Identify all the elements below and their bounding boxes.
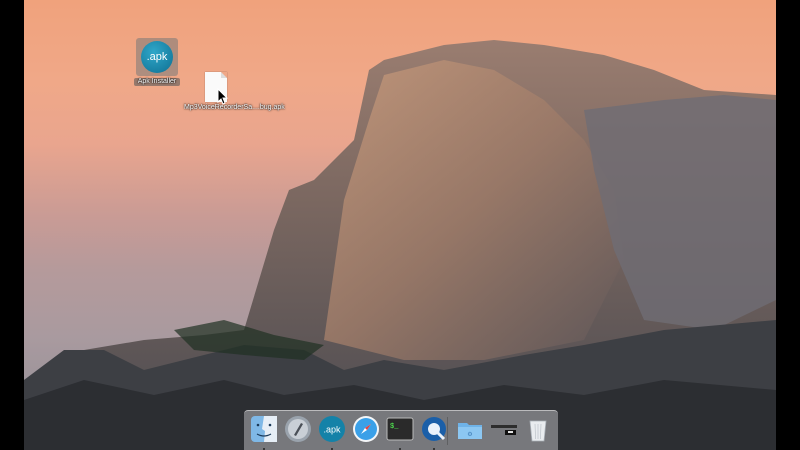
terminal-icon[interactable]: $_: [386, 415, 414, 443]
folder-icon[interactable]: ⚙: [456, 415, 484, 443]
dock: .apk $_ ⚙: [244, 410, 558, 450]
svg-text:⚙: ⚙: [467, 431, 472, 438]
svg-text:$_: $_: [390, 423, 399, 431]
trash-icon[interactable]: [524, 415, 552, 443]
quicktime-icon[interactable]: [420, 415, 448, 443]
apk-installer-glyph: .apk: [141, 41, 173, 73]
apk-installer-icon[interactable]: .apk: [136, 38, 178, 76]
mouse-pointer-icon: [217, 88, 229, 105]
desktop-icon-apk-installer[interactable]: .apk Apk Installer: [134, 38, 180, 86]
apk-installer-icon[interactable]: .apk: [318, 415, 346, 443]
finder-icon[interactable]: [250, 415, 278, 443]
desktop: .apk Apk Installer Mp3VoiceRecorderSa...…: [24, 0, 776, 450]
minimized-window-icon[interactable]: [490, 415, 518, 443]
svg-text:.apk: .apk: [323, 425, 341, 435]
desktop-icon-apk-file[interactable]: Mp3VoiceRecorderSa....bug.apk: [184, 72, 285, 112]
dock-separator: [447, 417, 448, 445]
safari-icon[interactable]: [352, 415, 380, 443]
desktop-icon-label: Apk Installer: [134, 78, 180, 86]
desktop-icon-label: Mp3VoiceRecorderSa....bug.apk: [184, 104, 285, 111]
launchpad-icon[interactable]: [284, 415, 312, 443]
